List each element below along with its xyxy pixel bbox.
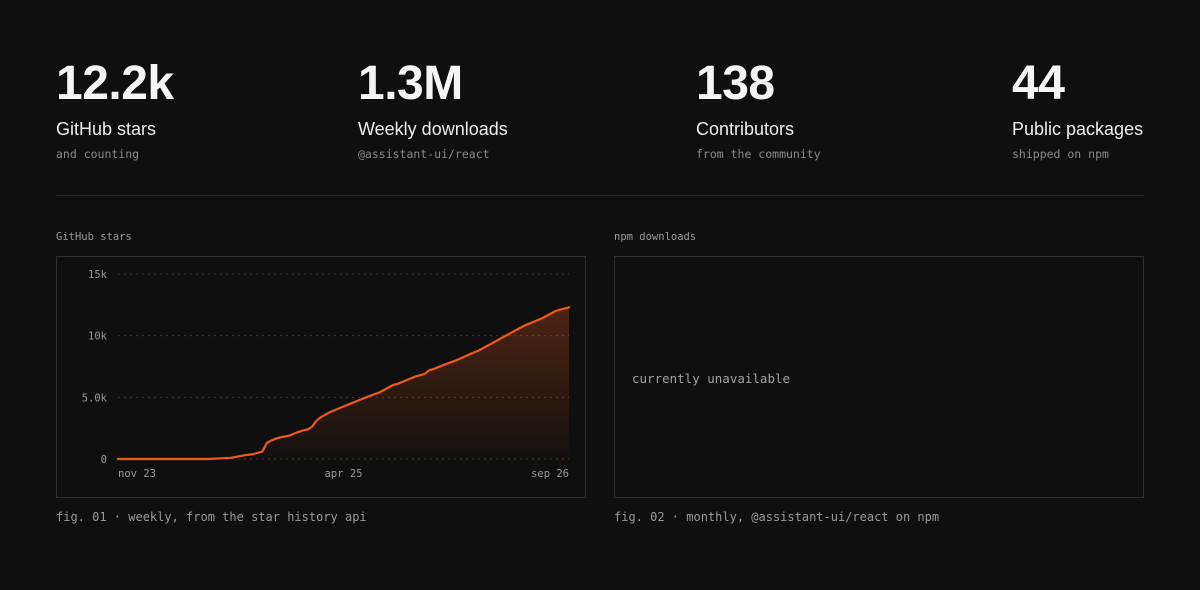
stars-caption: fig. 01 · weekly, from the star history … bbox=[56, 510, 367, 524]
y-tick-label: 0 bbox=[101, 454, 107, 466]
x-tick-label: nov 23 bbox=[118, 468, 156, 480]
stat-label: Public packages bbox=[1012, 119, 1144, 139]
stat-label: GitHub stars bbox=[56, 119, 157, 139]
stat-label: Weekly downloads bbox=[358, 119, 508, 139]
stars-chart: 0 5.0k 10k 15k nov 23 apr 25 sep 26 bbox=[82, 269, 571, 480]
npm-panel-title: npm downloads bbox=[614, 231, 697, 243]
y-tick-label: 5.0k bbox=[82, 392, 108, 404]
section-divider bbox=[56, 195, 1144, 196]
stat-value: 44 bbox=[1012, 57, 1065, 110]
stat-public-packages: 44 Public packages shipped on npm bbox=[1012, 58, 1143, 162]
stat-sub: @assistant-ui/react bbox=[358, 147, 490, 161]
x-tick-label: sep 26 bbox=[531, 468, 569, 480]
npm-unavailable-message: currently unavailable bbox=[632, 371, 791, 386]
npm-chart-panel: currently unavailable bbox=[614, 256, 1144, 498]
stats-row: 12.2k GitHub stars and counting 1.3M Wee… bbox=[0, 0, 1200, 190]
y-tick-label: 15k bbox=[88, 269, 108, 281]
stat-label: Contributors bbox=[696, 119, 795, 139]
stars-panel-title: GitHub stars bbox=[56, 231, 132, 243]
stat-sub: from the community bbox=[696, 147, 821, 161]
stars-chart-panel: 0 5.0k 10k 15k nov 23 apr 25 sep 26 bbox=[56, 256, 586, 498]
stat-sub: shipped on npm bbox=[1012, 147, 1109, 161]
stat-contributors: 138 Contributors from the community bbox=[696, 58, 821, 162]
stat-value: 138 bbox=[696, 57, 775, 110]
stars-area bbox=[118, 307, 569, 459]
x-tick-label: apr 25 bbox=[325, 468, 363, 480]
stat-github-stars: 12.2k GitHub stars and counting bbox=[56, 58, 174, 162]
stat-weekly-downloads: 1.3M Weekly downloads @assistant-ui/reac… bbox=[358, 58, 508, 162]
npm-caption: fig. 02 · monthly, @assistant-ui/react o… bbox=[614, 510, 940, 524]
stat-sub: and counting bbox=[56, 147, 140, 161]
stat-value: 1.3M bbox=[358, 57, 463, 110]
y-tick-label: 10k bbox=[88, 331, 108, 343]
stat-value: 12.2k bbox=[56, 57, 174, 110]
